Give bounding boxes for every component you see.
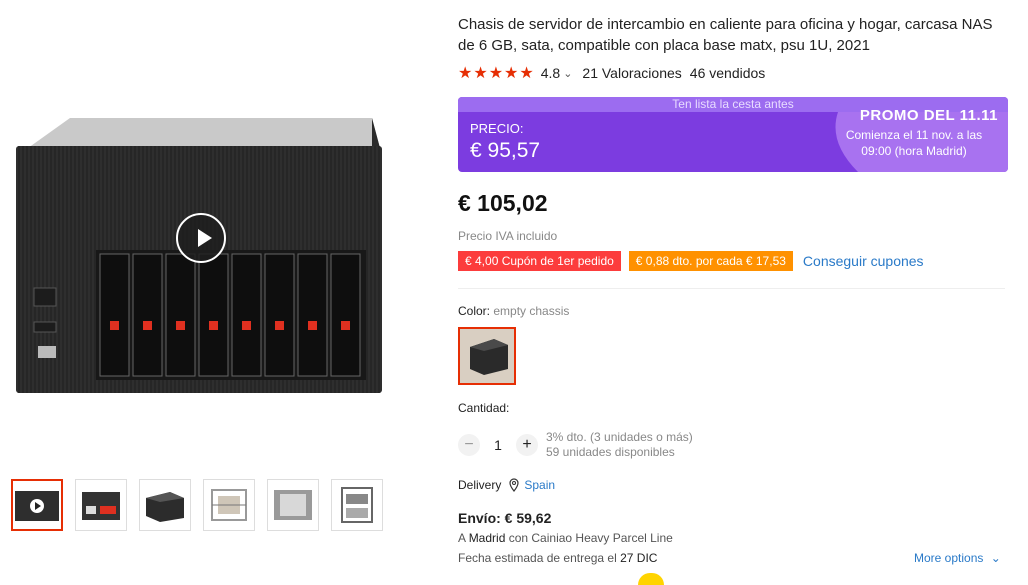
sold-count: 46 vendidos xyxy=(689,65,766,81)
product-gallery xyxy=(0,0,400,579)
shipping-method: A Madrid con Cainiao Heavy Parcel Line xyxy=(458,531,673,545)
discount-coupon[interactable]: € 0,88 dto. por cada € 17,53 xyxy=(628,251,793,271)
chevron-down-icon: ⌄ xyxy=(990,551,1001,565)
thumbnail-assembly[interactable] xyxy=(331,479,383,531)
delivery-date: 27 DIC xyxy=(620,551,658,565)
promo-event-title: PROMO DEL 11.11 xyxy=(859,107,998,124)
ship-via-suffix: con Cainiao Heavy Parcel Line xyxy=(505,531,673,545)
shipping-price: Envío: € 59,62 xyxy=(458,510,552,526)
divider xyxy=(458,288,1005,289)
chevron-down-icon[interactable]: ⌄ xyxy=(563,67,572,80)
chat-assistant-icon[interactable] xyxy=(638,573,664,585)
promo-banner: Ten lista la cesta antes PRECIO: € 95,57… xyxy=(458,97,1008,172)
rating-stars-icon: ★★★★★ xyxy=(458,65,535,82)
quantity-plus-button[interactable]: + xyxy=(516,434,538,456)
delivery-date-prefix: Fecha estimada de entrega el xyxy=(458,551,621,565)
delivery-estimate: Fecha estimada de entrega el 27 DIC xyxy=(458,551,657,565)
location-pin-icon xyxy=(509,478,519,492)
thumbnail-front-bays[interactable] xyxy=(75,479,127,531)
more-options-link[interactable]: More options ⌄ xyxy=(914,551,1001,565)
quantity-note: 3% dto. (3 unidades o más) 59 unidades d… xyxy=(546,430,693,460)
delivery-country-link[interactable]: Spain xyxy=(524,478,555,492)
color-swatch-empty-chassis[interactable] xyxy=(458,327,516,385)
ship-via-prefix: A xyxy=(458,531,469,545)
promo-price-label: PRECIO: xyxy=(470,121,524,136)
play-video-button[interactable] xyxy=(176,213,226,263)
color-label: Color: empty chassis xyxy=(458,304,569,318)
thumbnail-frame[interactable] xyxy=(203,479,255,531)
quantity-label: Cantidad: xyxy=(458,401,510,415)
thumbnail-side[interactable] xyxy=(139,479,191,531)
thumbnail-strip xyxy=(11,479,383,531)
quantity-input[interactable] xyxy=(480,436,516,454)
first-order-coupon[interactable]: € 4,00 Cupón de 1er pedido xyxy=(458,251,621,271)
rating-row: ★★★★★ 4.8 ⌄ 21 Valoraciones 46 vendidos xyxy=(458,63,765,83)
bulk-discount-note: 3% dto. (3 unidades o más) xyxy=(546,430,693,444)
promo-price: € 95,57 xyxy=(470,139,541,162)
stock-available: 59 unidades disponibles xyxy=(546,445,675,459)
product-title: Chasis de servidor de intercambio en cal… xyxy=(458,16,993,54)
color-value: empty chassis xyxy=(493,304,570,318)
regular-price: € 105,02 xyxy=(458,190,548,216)
coupon-row: € 4,00 Cupón de 1er pedido € 0,88 dto. p… xyxy=(458,251,924,271)
vat-note: Precio IVA incluido xyxy=(458,229,558,243)
ship-city: Madrid xyxy=(468,531,506,545)
thumbnail-open-case[interactable] xyxy=(267,479,319,531)
quantity-minus-button[interactable]: − xyxy=(458,434,480,456)
promo-start-time: Comienza el 11 nov. a las 09:00 (hora Ma… xyxy=(845,128,983,158)
quantity-stepper: − + 3% dto. (3 unidades o más) 59 unidad… xyxy=(458,430,693,460)
thumbnail-video[interactable] xyxy=(11,479,63,531)
color-label-text: Color: xyxy=(458,304,494,318)
reviews-link[interactable]: 21 Valoraciones xyxy=(582,65,681,81)
more-options-label: More options xyxy=(914,551,984,565)
rating-value[interactable]: 4.8 xyxy=(541,65,560,81)
get-coupons-link[interactable]: Conseguir cupones xyxy=(803,253,924,269)
delivery-label: Delivery xyxy=(458,478,502,492)
delivery-row: Delivery Spain xyxy=(458,478,555,492)
